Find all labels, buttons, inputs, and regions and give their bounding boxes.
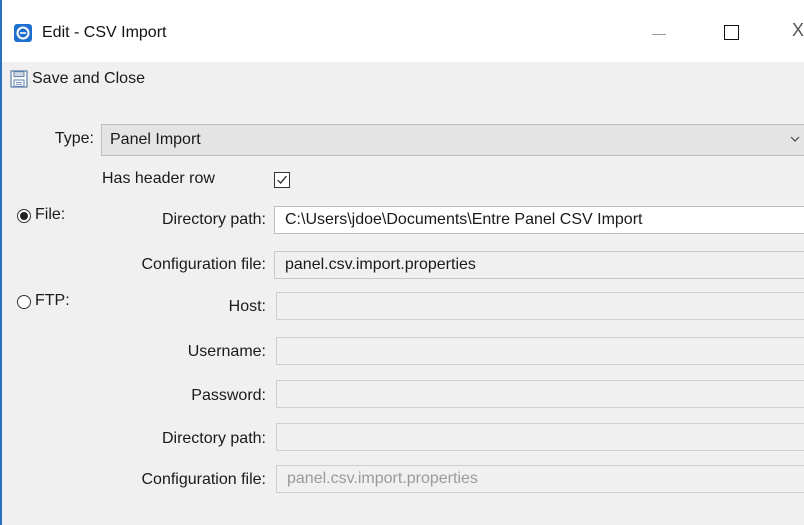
floppy-disk-icon xyxy=(10,70,28,88)
title-bar[interactable]: Edit - CSV Import X xyxy=(2,0,804,62)
maximize-icon[interactable] xyxy=(722,22,740,44)
file-configuration-file-label: Configuration file: xyxy=(141,256,266,273)
app-logo-icon xyxy=(14,24,32,42)
file-radio[interactable] xyxy=(17,209,31,223)
chevron-down-icon xyxy=(790,136,800,142)
close-icon[interactable]: X xyxy=(792,20,804,42)
type-label: Type: xyxy=(54,130,94,147)
ftp-password-label: Password: xyxy=(191,387,266,404)
checkmark-icon xyxy=(277,175,287,184)
file-directory-path-label: Directory path: xyxy=(161,211,266,228)
file-radio-label: File: xyxy=(35,206,66,223)
minimize-icon[interactable] xyxy=(652,22,670,44)
ftp-configuration-file-label: Configuration file: xyxy=(141,471,266,488)
ftp-configuration-file-input[interactable]: panel.csv.import.properties xyxy=(276,465,804,493)
ftp-radio[interactable] xyxy=(17,295,31,309)
save-and-close-label: Save and Close xyxy=(32,70,145,87)
type-select-value: Panel Import xyxy=(110,131,201,148)
ftp-host-label: Host: xyxy=(228,298,266,315)
has-header-row-label: Has header row xyxy=(102,170,215,187)
toolbar: Save and Close xyxy=(2,62,804,96)
ftp-username-label: Username: xyxy=(187,343,266,360)
file-directory-path-input[interactable]: C:\Users\jdoe\Documents\Entre Panel CSV … xyxy=(274,206,804,234)
file-configuration-file-input[interactable]: panel.csv.import.properties xyxy=(274,251,804,279)
ftp-password-input[interactable] xyxy=(276,380,804,408)
window-title: Edit - CSV Import xyxy=(42,24,167,41)
ftp-host-input[interactable] xyxy=(276,292,804,320)
ftp-directory-path-input[interactable] xyxy=(276,423,804,451)
ftp-directory-path-label: Directory path: xyxy=(161,430,266,447)
has-header-row-checkbox[interactable] xyxy=(274,172,290,188)
edit-csv-import-window: Edit - CSV Import X Save and Close Type:… xyxy=(0,0,804,525)
ftp-radio-label: FTP: xyxy=(35,292,70,309)
type-select[interactable]: Panel Import xyxy=(101,124,804,156)
ftp-username-input[interactable] xyxy=(276,337,804,365)
